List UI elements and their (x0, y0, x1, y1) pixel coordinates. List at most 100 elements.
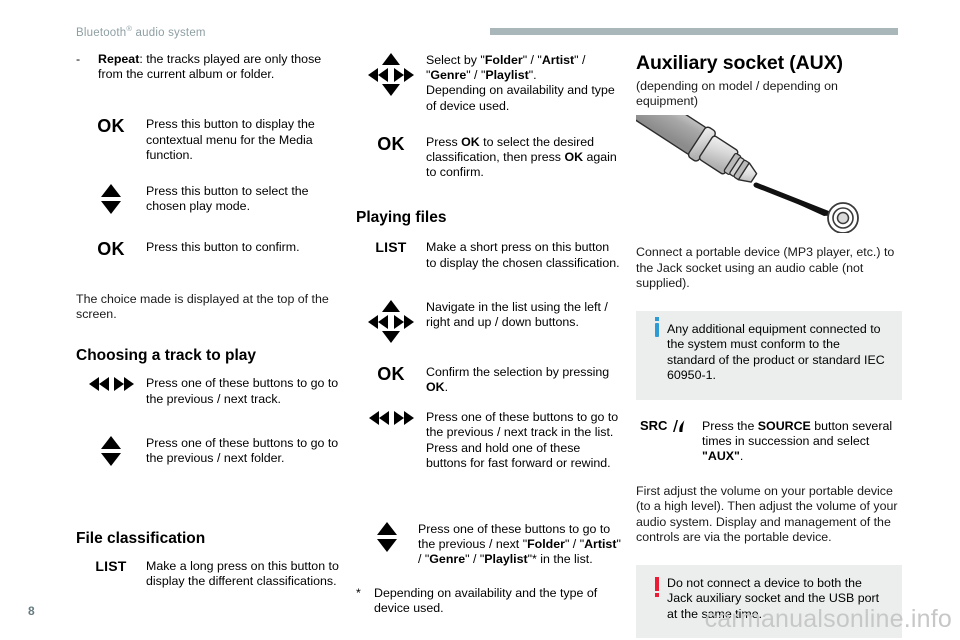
play-mode-row: Press this button to select the chosen p… (76, 183, 342, 215)
repeat-item-text: Repeat: the tracks played are only those… (98, 52, 342, 82)
four-way-arrows-glyph (366, 299, 416, 344)
list-button-label: LIST (95, 557, 127, 574)
header-title-main: Bluetooth (76, 26, 127, 39)
dash-marker: - (76, 52, 81, 66)
select-by-classification-text: Select by "Folder" / "Artist" / "Genre" … (426, 52, 622, 114)
prev-next-classification-row: Press one of these buttons to go to the … (356, 521, 622, 568)
ok-select-classification-text: Press OK to select the desired classific… (426, 134, 622, 181)
play-mode-text: Press this button to select the chosen p… (146, 184, 309, 214)
list-short-press-text: Make a short press on this button to dis… (426, 240, 620, 270)
select-prefix: Select by " (426, 53, 485, 67)
info-note-box: Any additional equipment connected to th… (636, 311, 902, 400)
up-down-arrows-glyph (101, 435, 121, 467)
page-header-title: Bluetooth® audio system (76, 24, 206, 39)
prev-next-arrows-icon[interactable] (356, 409, 426, 426)
page-number: 8 (28, 604, 35, 618)
heading-choosing-a-track: Choosing a track to play (76, 347, 257, 365)
select-availability-note: Depending on availability and type of de… (426, 83, 615, 113)
ok-inline-2: OK (564, 150, 584, 165)
repeat-label: Repeat (98, 52, 140, 66)
footnote-text: Depending on availability and the type o… (374, 585, 598, 615)
ok-inline: OK (426, 380, 445, 395)
folder-label: Folder (527, 537, 565, 552)
source-suffix: . (739, 449, 744, 464)
ok-button-icon[interactable]: OK (356, 364, 426, 383)
navigate-list-text: Navigate in the list using the left / ri… (426, 299, 608, 330)
prev-next-track-text: Press one of these buttons to go to the … (146, 376, 339, 406)
select-by-classification-row: Select by "Folder" / "Artist" / "Genre" … (356, 52, 622, 114)
volume-adjustment-paragraph: First adjust the volume on your portable… (636, 484, 898, 544)
ok-select-prefix: Press (426, 134, 462, 149)
ok-confirm-text: Press this button to confirm. (146, 240, 300, 255)
content-column-1: - Repeat: the tracks played are only tho… (76, 52, 342, 589)
confirm-prefix: Confirm the selection by pressing (426, 364, 610, 379)
repeat-list-item: - Repeat: the tracks played are only tho… (76, 52, 342, 82)
source-prefix: Press the (702, 418, 758, 433)
up-down-arrows-icon[interactable] (356, 521, 418, 553)
ok-button-icon[interactable]: OK (76, 116, 146, 135)
header-rule (490, 28, 898, 35)
list-button-label: LIST (375, 239, 407, 256)
prev-next-track-in-list-text: Press one of these buttons to go to the … (426, 410, 619, 470)
select-suffix: ". (528, 68, 537, 83)
prev-next-classification-text: Press one of these buttons to go to the … (418, 521, 622, 568)
artist-label: Artist (541, 53, 575, 67)
prev-next-folder-row: Press one of these buttons to go to the … (76, 435, 342, 467)
src-button-icon[interactable]: SRC (636, 418, 702, 433)
watermark: carmanualsonline.info (704, 605, 952, 633)
sep-1: " / " (522, 53, 542, 67)
ok-button-label: OK (97, 116, 125, 137)
header-title-rest: audio system (132, 26, 206, 39)
four-way-arrows-icon[interactable] (356, 52, 426, 97)
footnote: * Depending on availability and the type… (356, 586, 622, 616)
heading-playing-files: Playing files (356, 209, 447, 227)
list-button-icon[interactable]: LIST (76, 558, 146, 573)
src-text: SRC (640, 418, 668, 434)
list-button-icon[interactable]: LIST (356, 239, 426, 254)
aux-jack-plug-illustration (603, 72, 902, 235)
choice-displayed-paragraph: The choice made is displayed at the top … (76, 292, 329, 322)
prev-next-folder-text: Press one of these buttons to go to the … (146, 435, 339, 466)
heading-file-classification: File classification (76, 529, 206, 547)
aux-label: "AUX" (702, 449, 740, 464)
confirm-selection-row: OK Confirm the selection by pressing OK. (356, 364, 622, 395)
prev-next-arrows-icon[interactable] (76, 375, 146, 392)
ok-contextual-menu-row: OK Press this button to display the cont… (76, 116, 342, 163)
ok-button-label: OK (377, 363, 405, 384)
connect-portable-device-paragraph: Connect a portable device (MP3 player, e… (636, 245, 895, 290)
source-button-row: SRC Press the SOURCE button several time… (636, 418, 902, 465)
artist-label: Artist (584, 537, 617, 552)
ok-button-label: OK (377, 133, 405, 154)
list-short-press-row: LIST Make a short press on this button t… (356, 239, 622, 270)
up-down-arrows-icon[interactable] (76, 183, 146, 215)
folder-nav-suffix: "* in the list. (527, 552, 593, 567)
sep-3: " / " (465, 552, 485, 567)
list-long-press-row: LIST Make a long press on this button to… (76, 558, 342, 589)
sep-1: " / " (564, 537, 585, 552)
warning-icon (647, 576, 667, 622)
prev-next-arrows-glyph (368, 410, 415, 426)
ok-button-icon[interactable]: OK (76, 239, 146, 258)
four-way-arrows-icon[interactable] (356, 299, 426, 344)
info-note-text: Any additional equipment connected to th… (667, 322, 885, 383)
source-button-text: Press the SOURCE button several times in… (702, 418, 902, 465)
up-down-arrows-icon[interactable] (76, 435, 146, 467)
ok-select-classification-row: OK Press OK to select the desired classi… (356, 134, 622, 181)
navigate-list-row: Navigate in the list using the left / ri… (356, 299, 622, 344)
heading-auxiliary-socket: Auxiliary socket (AUX) (636, 52, 843, 74)
four-way-arrows-glyph (366, 53, 416, 97)
ok-confirm-row: OK Press this button to confirm. (76, 239, 342, 258)
source-glyph-icon (673, 419, 685, 432)
ok-contextual-menu-text: Press this button to display the context… (146, 117, 315, 162)
prev-next-track-row: Press one of these buttons to go to the … (76, 375, 342, 406)
genre-label: Genre (430, 68, 467, 83)
prev-next-track-in-list-row: Press one of these buttons to go to the … (356, 409, 622, 471)
source-label: SOURCE (757, 418, 811, 433)
sep-3: " / " (466, 68, 486, 83)
page-header: Bluetooth® audio system (0, 24, 960, 46)
up-down-arrows-glyph (377, 522, 397, 553)
ok-inline-1: OK (461, 134, 480, 149)
footnote-marker: * (356, 585, 361, 600)
ok-button-icon[interactable]: OK (356, 134, 426, 153)
folder-label: Folder (484, 53, 523, 67)
